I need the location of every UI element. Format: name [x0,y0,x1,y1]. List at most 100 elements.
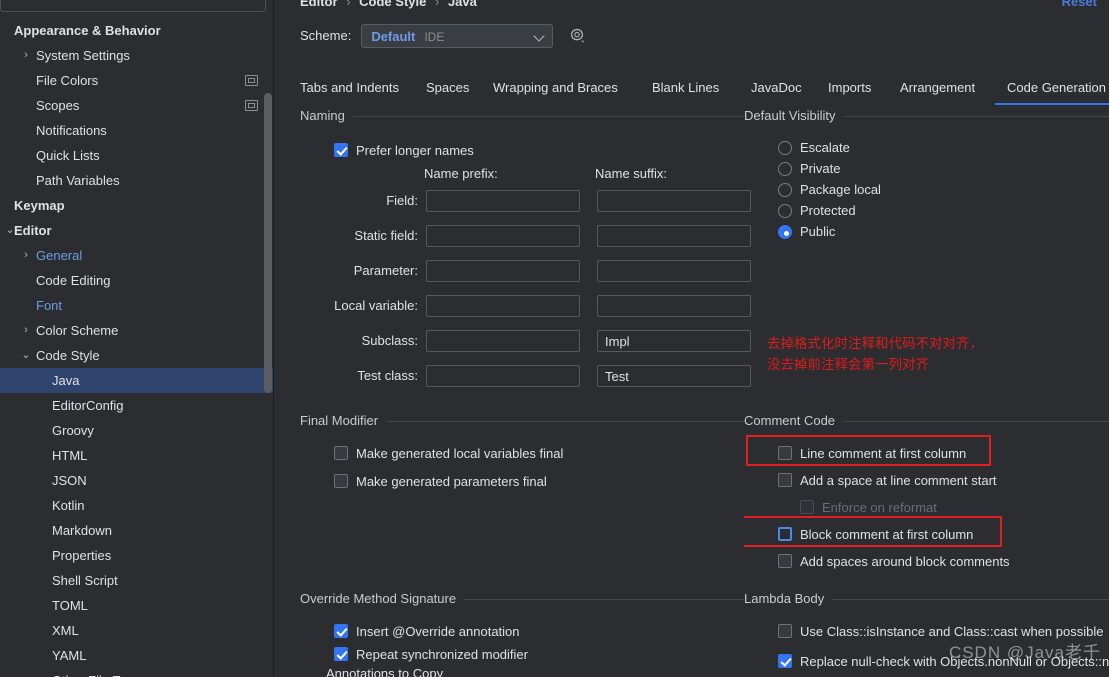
naming-suffix-input[interactable] [597,225,751,247]
sidebar-item-editorconfig[interactable]: EditorConfig [0,393,274,418]
group-override-method-signature: Override Method Signature Insert @Overri… [300,591,750,677]
checkbox-box[interactable] [778,554,792,568]
checkbox-box[interactable] [334,647,348,661]
sidebar-item-appearance-behavior[interactable]: Appearance & Behavior [0,18,274,43]
sidebar-item-properties[interactable]: Properties [0,543,274,568]
checkbox-box[interactable] [334,143,348,157]
radio-button[interactable] [778,225,792,239]
naming-suffix-input[interactable] [597,260,751,282]
group-title-lambda-body: Lambda Body [744,591,833,606]
sidebar-item-quick-lists[interactable]: Quick Lists [0,143,274,168]
radio-label: Public [800,224,836,239]
checkbox-label: Make generated local variables final [356,446,564,461]
naming-prefix-input[interactable] [426,190,580,212]
chevron-right-icon[interactable]: › [20,318,32,343]
tab-code-generation[interactable]: Code Generation [994,75,1109,105]
sidebar-item-general[interactable]: › General [0,243,274,268]
naming-prefix-input[interactable] [426,295,580,317]
sidebar-item-yaml[interactable]: YAML [0,643,274,668]
sidebar-item-keymap[interactable]: Keymap [0,193,274,218]
checkbox-box[interactable] [778,624,792,638]
naming-suffix-input[interactable] [597,295,751,317]
sidebar-item-editor[interactable]: ⌄ Editor [0,218,274,243]
tab-blank-lines[interactable]: Blank Lines [652,75,719,105]
tab-arrangement[interactable]: Arrangement [900,75,975,105]
chevron-down-icon[interactable]: ⌄ [20,343,32,368]
radio-button[interactable] [778,183,792,197]
naming-suffix-input[interactable]: Impl [597,330,751,352]
sidebar-item-label: Editor [14,223,52,238]
panel-window-icon[interactable] [245,75,258,86]
sidebar-item-system-settings[interactable]: › System Settings [0,43,274,68]
chevron-right-icon[interactable]: › [20,43,32,68]
scheme-label: Scheme: [300,28,352,43]
sidebar-item-code-style[interactable]: ⌄ Code Style [0,343,274,368]
tab-javadoc[interactable]: JavaDoc [751,75,802,105]
sidebar-item-label: YAML [52,648,87,663]
naming-suffix-input[interactable] [597,190,751,212]
sidebar-item-label: Scopes [36,98,80,113]
naming-suffix-input[interactable]: Test [597,365,751,387]
sidebar-item-json[interactable]: JSON [0,468,274,493]
tab-spaces[interactable]: Spaces [426,75,469,105]
naming-prefix-input[interactable] [426,225,580,247]
naming-prefix-input[interactable] [426,365,580,387]
checkbox-box[interactable] [778,654,792,668]
group-rule [300,116,750,117]
radio-button[interactable] [778,141,792,155]
scheme-dropdown[interactable]: Default IDE [361,24,554,48]
sidebar-item-color-scheme[interactable]: › Color Scheme [0,318,274,343]
sidebar-item-label: Kotlin [52,498,85,513]
checkbox-label: Prefer longer names [356,143,474,158]
column-header-name-prefix: Name prefix: [424,166,498,181]
settings-sidebar: Appearance & Behavior › System Settings Fil… [0,0,274,677]
sidebar-item-label: Quick Lists [36,148,100,163]
chevron-down-icon[interactable]: ⌄ [4,218,16,243]
tab-imports[interactable]: Imports [828,75,871,105]
checkbox-box[interactable] [334,474,348,488]
breadcrumb-item-code-style[interactable]: Code Style [359,0,426,9]
radio-button[interactable] [778,162,792,176]
sidebar-item-file-colors[interactable]: File Colors [0,68,274,93]
group-lambda-body: Lambda Body Use Class::isInstance and Cl… [744,591,1109,677]
sidebar-item-kotlin[interactable]: Kotlin [0,493,274,518]
sidebar-item-scopes[interactable]: Scopes [0,93,274,118]
annotation-line-1: 去掉格式化时注释和代码不对对齐， [767,336,983,351]
chevron-right-icon[interactable]: › [20,243,32,268]
checkbox-box[interactable] [334,624,348,638]
sidebar-item-html[interactable]: HTML [0,443,274,468]
naming-row-label: Test class: [357,368,418,383]
sidebar-item-groovy[interactable]: Groovy [0,418,274,443]
sidebar-item-label: Font [36,298,63,313]
breadcrumb-item-editor[interactable]: Editor [300,0,338,9]
reset-link[interactable]: Reset [1062,0,1097,9]
sidebar-item-markdown[interactable]: Markdown [0,518,274,543]
checkbox-box[interactable] [778,473,792,487]
sidebar-item-xml[interactable]: XML [0,618,274,643]
sidebar-item-label: Code Editing [36,273,111,288]
group-naming: Naming Prefer longer names Name prefix: … [300,108,751,398]
naming-prefix-input[interactable] [426,330,580,352]
sidebar-item-code-editing[interactable]: Code Editing [0,268,274,293]
gear-icon[interactable] [567,26,587,46]
sidebar-item-toml[interactable]: TOML [0,593,274,618]
sidebar-item-font[interactable]: Font [0,293,274,318]
sidebar-item-shell-script[interactable]: Shell Script [0,568,274,593]
naming-prefix-input[interactable] [426,260,580,282]
sidebar-scrollbar[interactable] [264,93,272,393]
sidebar-item-java[interactable]: Java [0,368,274,393]
code-generation-panel: Naming Prefer longer names Name prefix: … [274,108,1109,677]
radio-label: Protected [800,203,856,218]
settings-search-input[interactable] [0,0,266,12]
highlight-box-block-comment [744,516,1002,547]
sidebar-item-path-variables[interactable]: Path Variables [0,168,274,193]
sidebar-item-other-file-types[interactable]: Other File Types [0,668,274,677]
sidebar-item-notifications[interactable]: Notifications [0,118,274,143]
radio-button[interactable] [778,204,792,218]
panel-window-icon[interactable] [245,100,258,111]
breadcrumb-item-java[interactable]: Java [448,0,477,9]
tab-wrapping-and-braces[interactable]: Wrapping and Braces [493,75,618,105]
annotation-note: 去掉格式化时注释和代码不对对齐， 没去掉前注释会第一列对齐 [767,333,983,375]
checkbox-box[interactable] [334,446,348,460]
tab-tabs-and-indents[interactable]: Tabs and Indents [300,75,399,105]
